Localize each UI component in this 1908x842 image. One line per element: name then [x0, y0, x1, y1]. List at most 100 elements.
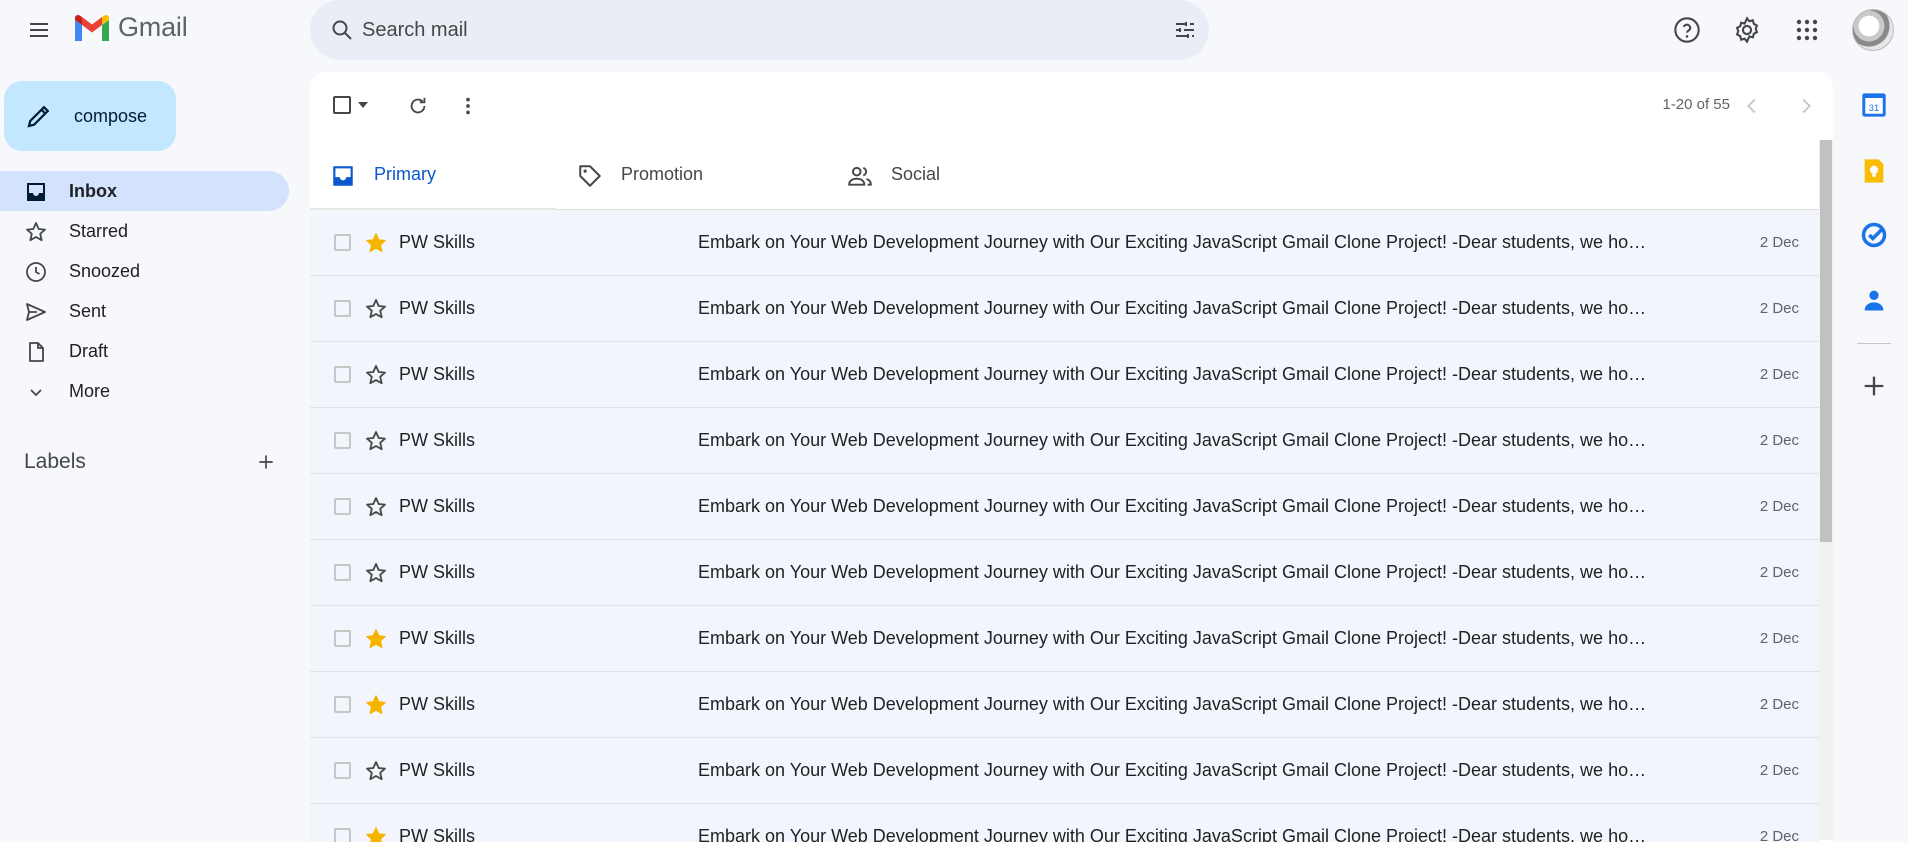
- apps-grid-icon[interactable]: [1785, 8, 1829, 52]
- select-all-checkbox[interactable]: [333, 96, 351, 114]
- email-row[interactable]: PW Skills Embark on Your Web Development …: [310, 672, 1819, 738]
- email-sender: PW Skills: [399, 562, 475, 582]
- pagination-text: 1-20 of 55: [1662, 96, 1730, 113]
- gmail-logo[interactable]: Gmail: [72, 12, 188, 43]
- email-date: 2 Dec: [1759, 564, 1799, 581]
- star-icon[interactable]: [364, 495, 388, 519]
- sidebar-item-draft[interactable]: Draft: [0, 331, 290, 371]
- email-subject: Embark on Your Web Development Journey w…: [698, 760, 1648, 780]
- sidebar-item-sent[interactable]: Sent: [0, 291, 290, 331]
- mail-toolbar: 1-20 of 55: [310, 72, 1833, 140]
- tab-label: Social: [891, 164, 941, 184]
- help-icon[interactable]: [1665, 8, 1709, 52]
- star-icon[interactable]: [364, 759, 388, 783]
- email-sender: PW Skills: [399, 430, 475, 450]
- row-checkbox[interactable]: [334, 696, 351, 713]
- row-checkbox[interactable]: [334, 498, 351, 515]
- contacts-icon[interactable]: [1860, 286, 1888, 314]
- row-checkbox[interactable]: [334, 828, 351, 842]
- calendar-icon[interactable]: 31: [1860, 91, 1888, 119]
- inbox-icon: [333, 166, 353, 186]
- email-subject: Embark on Your Web Development Journey w…: [698, 562, 1648, 582]
- email-row[interactable]: PW Skills Embark on Your Web Development …: [310, 474, 1819, 540]
- tune-icon[interactable]: [1165, 10, 1205, 50]
- star-filled-icon[interactable]: [364, 693, 388, 717]
- star-icon[interactable]: [364, 429, 388, 453]
- email-sender: PW Skills: [399, 232, 475, 252]
- star-filled-icon[interactable]: [364, 825, 388, 842]
- category-tabs: Primary Promotion Social: [310, 140, 1819, 211]
- mail-panel: 1-20 of 55 Primary Promotion Social PW S…: [310, 72, 1833, 842]
- scrollbar[interactable]: [1819, 140, 1833, 840]
- row-checkbox[interactable]: [334, 300, 351, 317]
- account-avatar[interactable]: [1852, 9, 1894, 51]
- sidebar-item-label: Sent: [69, 300, 107, 321]
- gmail-brand-text: Gmail: [118, 12, 188, 42]
- send-icon: [26, 303, 46, 321]
- email-subject: Embark on Your Web Development Journey w…: [698, 430, 1648, 450]
- email-row[interactable]: PW Skills Embark on Your Web Development …: [310, 606, 1819, 672]
- star-icon[interactable]: [364, 363, 388, 387]
- caret-down-icon[interactable]: [356, 99, 370, 111]
- inbox-icon: [27, 183, 45, 201]
- row-checkbox[interactable]: [334, 432, 351, 449]
- sidebar-item-label: More: [69, 380, 111, 401]
- chevron-down-icon: [30, 389, 42, 397]
- email-row[interactable]: PW Skills Embark on Your Web Development …: [310, 804, 1819, 842]
- search-input[interactable]: [362, 0, 1122, 60]
- sidebar-item-label: Draft: [69, 340, 109, 361]
- email-date: 2 Dec: [1759, 366, 1799, 383]
- email-row[interactable]: PW Skills Embark on Your Web Development …: [310, 276, 1819, 342]
- chevron-right-icon[interactable]: [1790, 90, 1822, 122]
- sidebar-item-more[interactable]: More: [0, 371, 290, 411]
- star-icon[interactable]: [364, 561, 388, 585]
- row-checkbox[interactable]: [334, 762, 351, 779]
- more-vert-icon[interactable]: [452, 90, 484, 122]
- email-subject: Embark on Your Web Development Journey w…: [698, 496, 1648, 516]
- email-row[interactable]: PW Skills Embark on Your Web Development …: [310, 408, 1819, 474]
- email-subject: Embark on Your Web Development Journey w…: [698, 826, 1648, 842]
- email-sender: PW Skills: [399, 298, 475, 318]
- tab-primary[interactable]: Primary: [310, 140, 557, 211]
- email-date: 2 Dec: [1759, 630, 1799, 647]
- sidebar-item-snoozed[interactable]: Snoozed: [0, 251, 290, 291]
- svg-text:31: 31: [1869, 103, 1879, 113]
- star-icon: [26, 222, 46, 242]
- email-row[interactable]: PW Skills Embark on Your Web Development …: [310, 540, 1819, 606]
- email-row[interactable]: PW Skills Embark on Your Web Development …: [310, 738, 1819, 804]
- tab-promotion[interactable]: Promotion: [557, 140, 804, 210]
- hamburger-menu-icon[interactable]: [15, 10, 63, 50]
- row-checkbox[interactable]: [334, 234, 351, 251]
- settings-gear-icon[interactable]: [1725, 8, 1769, 52]
- tab-label: Primary: [374, 164, 436, 184]
- tab-social[interactable]: Social: [827, 140, 1074, 210]
- star-filled-icon[interactable]: [364, 627, 388, 651]
- tasks-icon[interactable]: [1860, 221, 1888, 249]
- email-date: 2 Dec: [1759, 234, 1799, 251]
- keep-icon[interactable]: [1860, 157, 1888, 185]
- email-date: 2 Dec: [1759, 432, 1799, 449]
- row-checkbox[interactable]: [334, 366, 351, 383]
- sidebar-item-label: Starred: [69, 220, 129, 241]
- refresh-icon[interactable]: [402, 90, 434, 122]
- sidebar-item-label: Snoozed: [69, 260, 141, 281]
- sidebar-item-inbox[interactable]: Inbox: [0, 171, 289, 211]
- people-icon: [848, 166, 872, 186]
- star-filled-icon[interactable]: [364, 231, 388, 255]
- gmail-m-icon: [75, 14, 109, 41]
- scrollbar-thumb[interactable]: [1820, 140, 1832, 542]
- email-row[interactable]: PW Skills Embark on Your Web Development …: [310, 342, 1819, 408]
- top-header: Gmail: [0, 0, 1908, 64]
- labels-section: Labels: [24, 444, 284, 480]
- plus-icon[interactable]: [252, 448, 280, 476]
- chevron-left-icon[interactable]: [1736, 90, 1768, 122]
- row-checkbox[interactable]: [334, 564, 351, 581]
- sidebar-item-starred[interactable]: Starred: [0, 211, 290, 251]
- search-icon[interactable]: [322, 10, 362, 50]
- compose-button[interactable]: compose: [4, 81, 176, 151]
- search-bar: [310, 0, 1209, 60]
- star-icon[interactable]: [364, 297, 388, 321]
- row-checkbox[interactable]: [334, 630, 351, 647]
- email-row[interactable]: PW Skills Embark on Your Web Development …: [310, 210, 1819, 276]
- add-addon-icon[interactable]: [1860, 372, 1888, 400]
